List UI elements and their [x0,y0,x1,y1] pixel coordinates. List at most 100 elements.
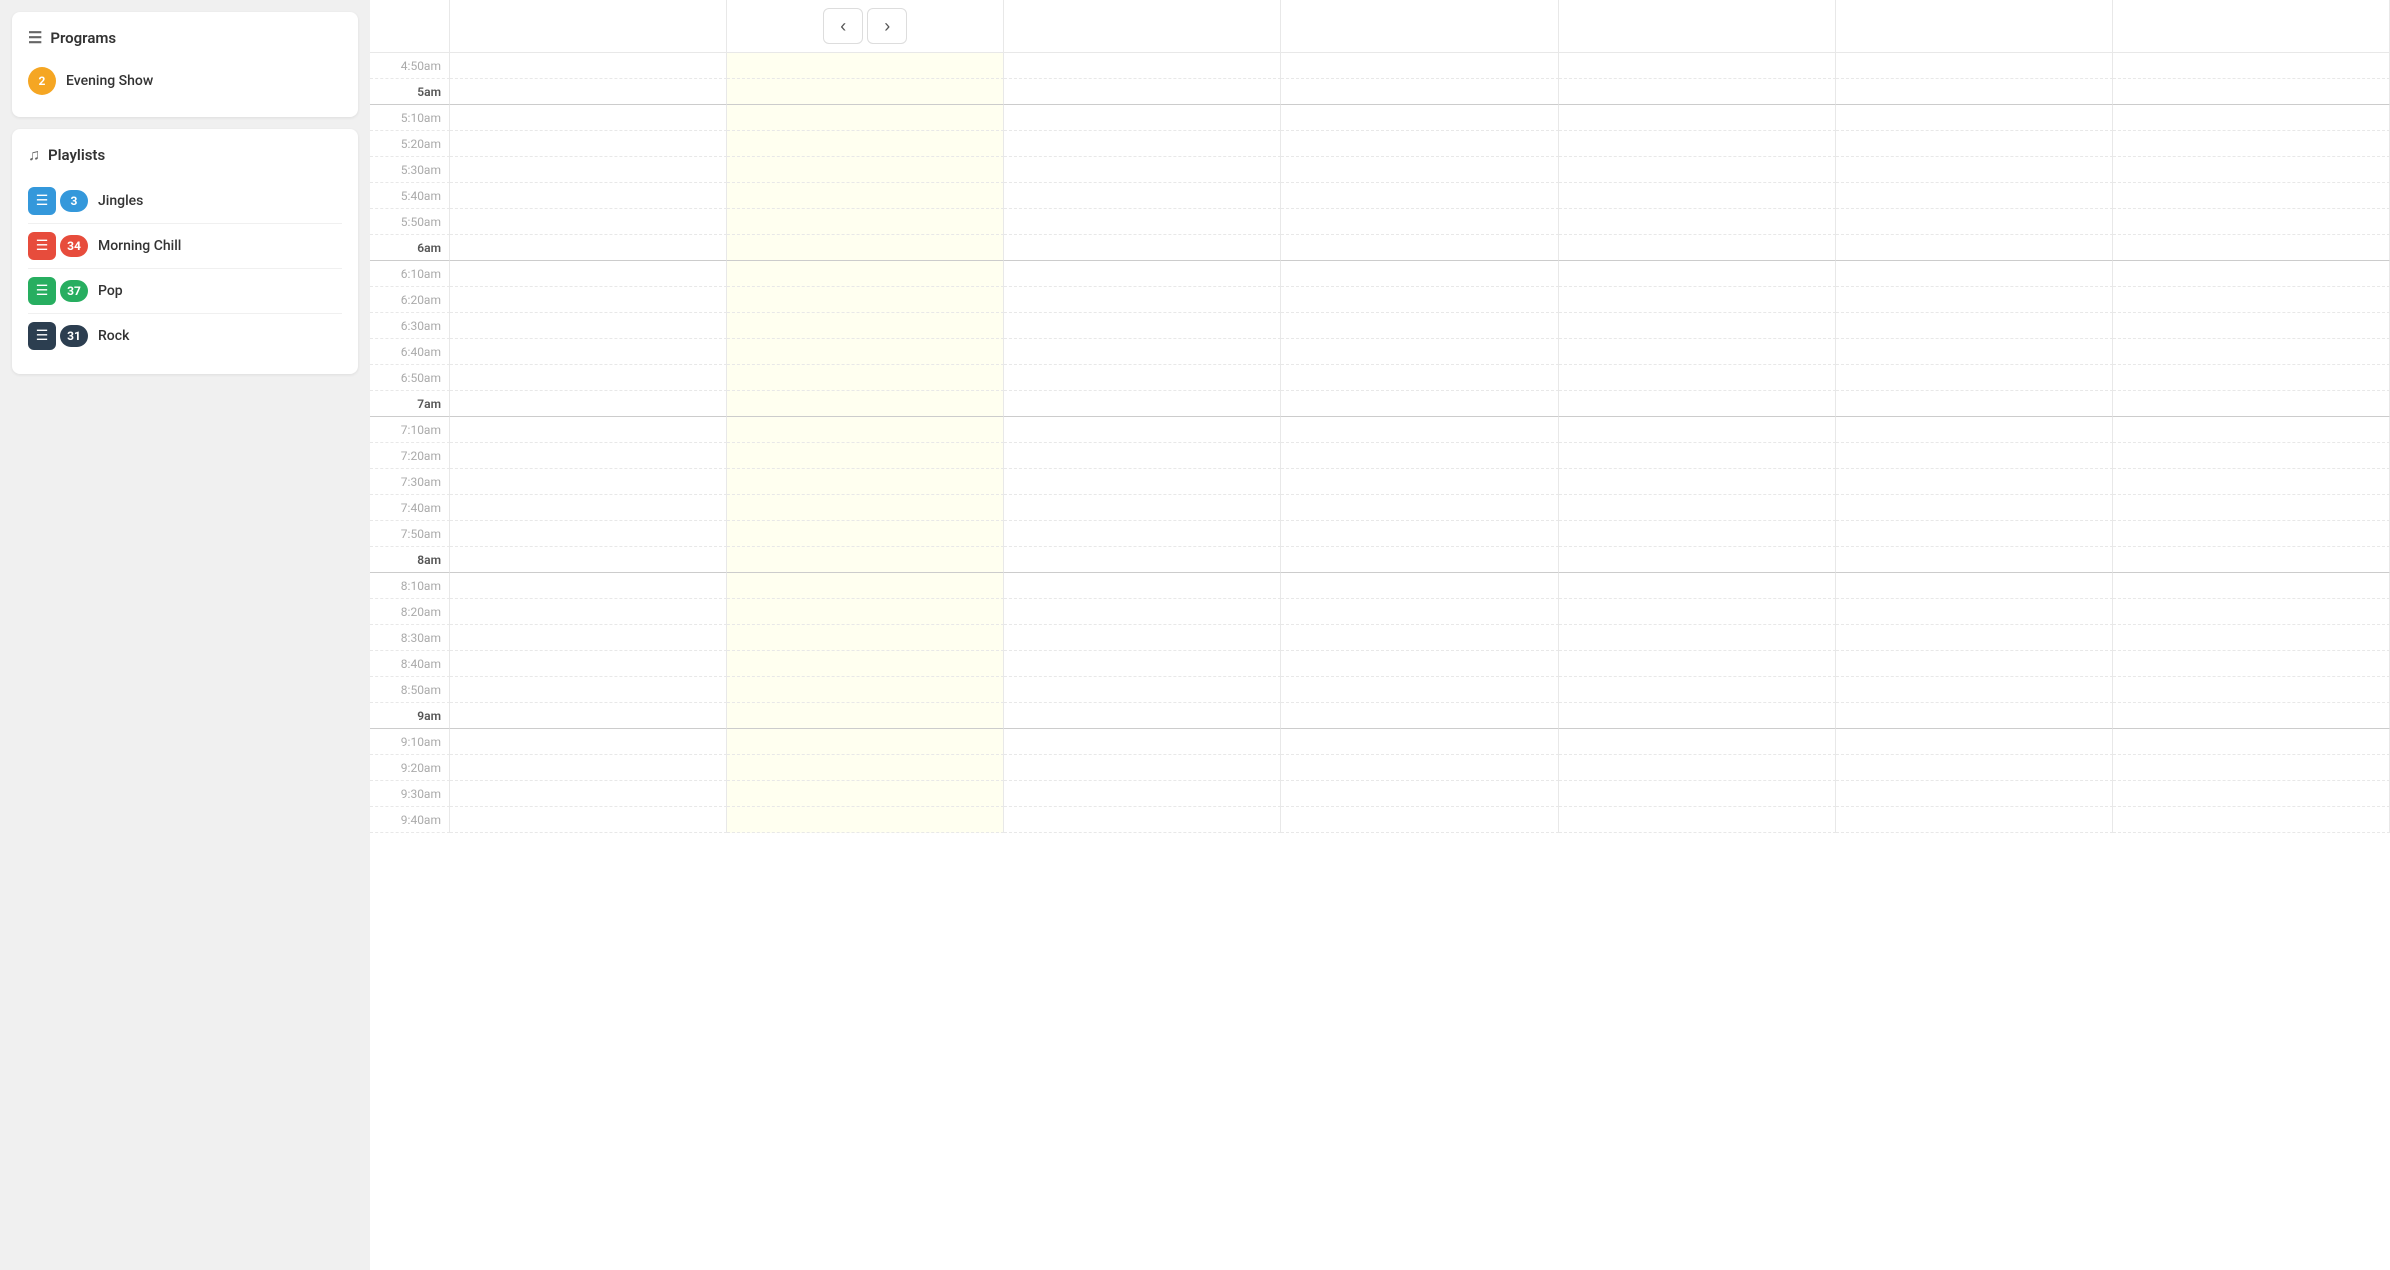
grid-cell [727,573,1004,599]
grid-cell [1281,235,1558,261]
grid-cell [1559,573,1836,599]
grid-cell [1559,443,1836,469]
grid-cell [2113,105,2390,131]
grid-cell [1281,157,1558,183]
grid-cell [727,703,1004,729]
next-button[interactable]: › [867,8,907,44]
time-row: 6:50am [370,365,2390,391]
time-row: 7:10am [370,417,2390,443]
grid-cell [2113,209,2390,235]
grid-cell [727,599,1004,625]
grid-cell [727,391,1004,417]
grid-cell [450,703,727,729]
rock-label: Rock [98,328,129,344]
grid-cell [1836,651,2113,677]
grid-cell [450,79,727,105]
grid-cell [1559,131,1836,157]
grid-cell [2113,235,2390,261]
grid-cell [1559,703,1836,729]
grid-cell [450,573,727,599]
grid-cell [1836,677,2113,703]
grid-cell [1281,105,1558,131]
jingles-item[interactable]: ☰ 3 Jingles [28,179,342,224]
grid-cell [727,807,1004,833]
grid-cell [450,287,727,313]
grid-cell [727,443,1004,469]
grid-cell [2113,677,2390,703]
grid-cell [1559,261,1836,287]
morning-chill-item[interactable]: ☰ 34 Morning Chill [28,224,342,269]
grid-cell [1836,235,2113,261]
time-row: 9:10am [370,729,2390,755]
time-label: 5:20am [370,131,450,157]
grid-cell [727,729,1004,755]
grid-cell [1004,339,1281,365]
grid-cell [2113,365,2390,391]
grid-cell [1836,209,2113,235]
grid-cell [1559,53,1836,79]
grid-cell [1836,261,2113,287]
time-row: 6:40am [370,339,2390,365]
time-row: 7:50am [370,521,2390,547]
time-label: 4:50am [370,53,450,79]
grid-cell [450,157,727,183]
grid-cell [1836,495,2113,521]
time-label: 6am [370,235,450,261]
grid-cell [1559,313,1836,339]
grid-cell [1004,573,1281,599]
grid-cell [1836,105,2113,131]
grid-cell [2113,521,2390,547]
grid-cell [1004,157,1281,183]
grid-cell [727,625,1004,651]
schedule-container: ‹›4:50am5am5:10am5:20am5:30am5:40am5:50a… [370,0,2390,1270]
grid-cell [450,729,727,755]
grid-cell [1559,287,1836,313]
grid-cell [2113,573,2390,599]
grid-cell [1836,807,2113,833]
grid-cell [450,677,727,703]
grid-cell [1559,157,1836,183]
grid-cell [450,183,727,209]
grid-cell [1281,573,1558,599]
morning-chill-label: Morning Chill [98,238,181,254]
grid-cell [1281,209,1558,235]
time-label: 7am [370,391,450,417]
grid-cell [727,313,1004,339]
time-label: 5am [370,79,450,105]
grid-cell [450,105,727,131]
evening-show-item[interactable]: 2 Evening Show [28,61,342,101]
grid-cell [1281,781,1558,807]
grid-cell [1281,677,1558,703]
grid-cell [1559,729,1836,755]
pop-label: Pop [98,283,123,299]
grid-cell [450,209,727,235]
grid-cell [1559,625,1836,651]
grid-cell [1004,677,1281,703]
time-row: 6:30am [370,313,2390,339]
grid-cell [450,625,727,651]
rock-item[interactable]: ☰ 31 Rock [28,314,342,358]
grid-cell [727,365,1004,391]
grid-cell [1004,495,1281,521]
list-icon: ☰ [28,28,42,47]
grid-cell [1559,469,1836,495]
grid-cell [1281,53,1558,79]
grid-cell [1559,417,1836,443]
grid-cell [450,807,727,833]
grid-cell [1559,807,1836,833]
grid-cell [1004,469,1281,495]
grid-cell [1559,105,1836,131]
grid-cell [1281,313,1558,339]
grid-cell [1559,365,1836,391]
grid-cell [1004,443,1281,469]
pop-item[interactable]: ☰ 37 Pop [28,269,342,314]
grid-cell [2113,729,2390,755]
grid-cell [1836,391,2113,417]
grid-cell [1559,755,1836,781]
grid-cell [2113,131,2390,157]
grid-cell [1281,261,1558,287]
evening-show-badge: 2 [28,67,56,95]
prev-button[interactable]: ‹ [823,8,863,44]
grid-cell [1004,417,1281,443]
time-label: 5:10am [370,105,450,131]
